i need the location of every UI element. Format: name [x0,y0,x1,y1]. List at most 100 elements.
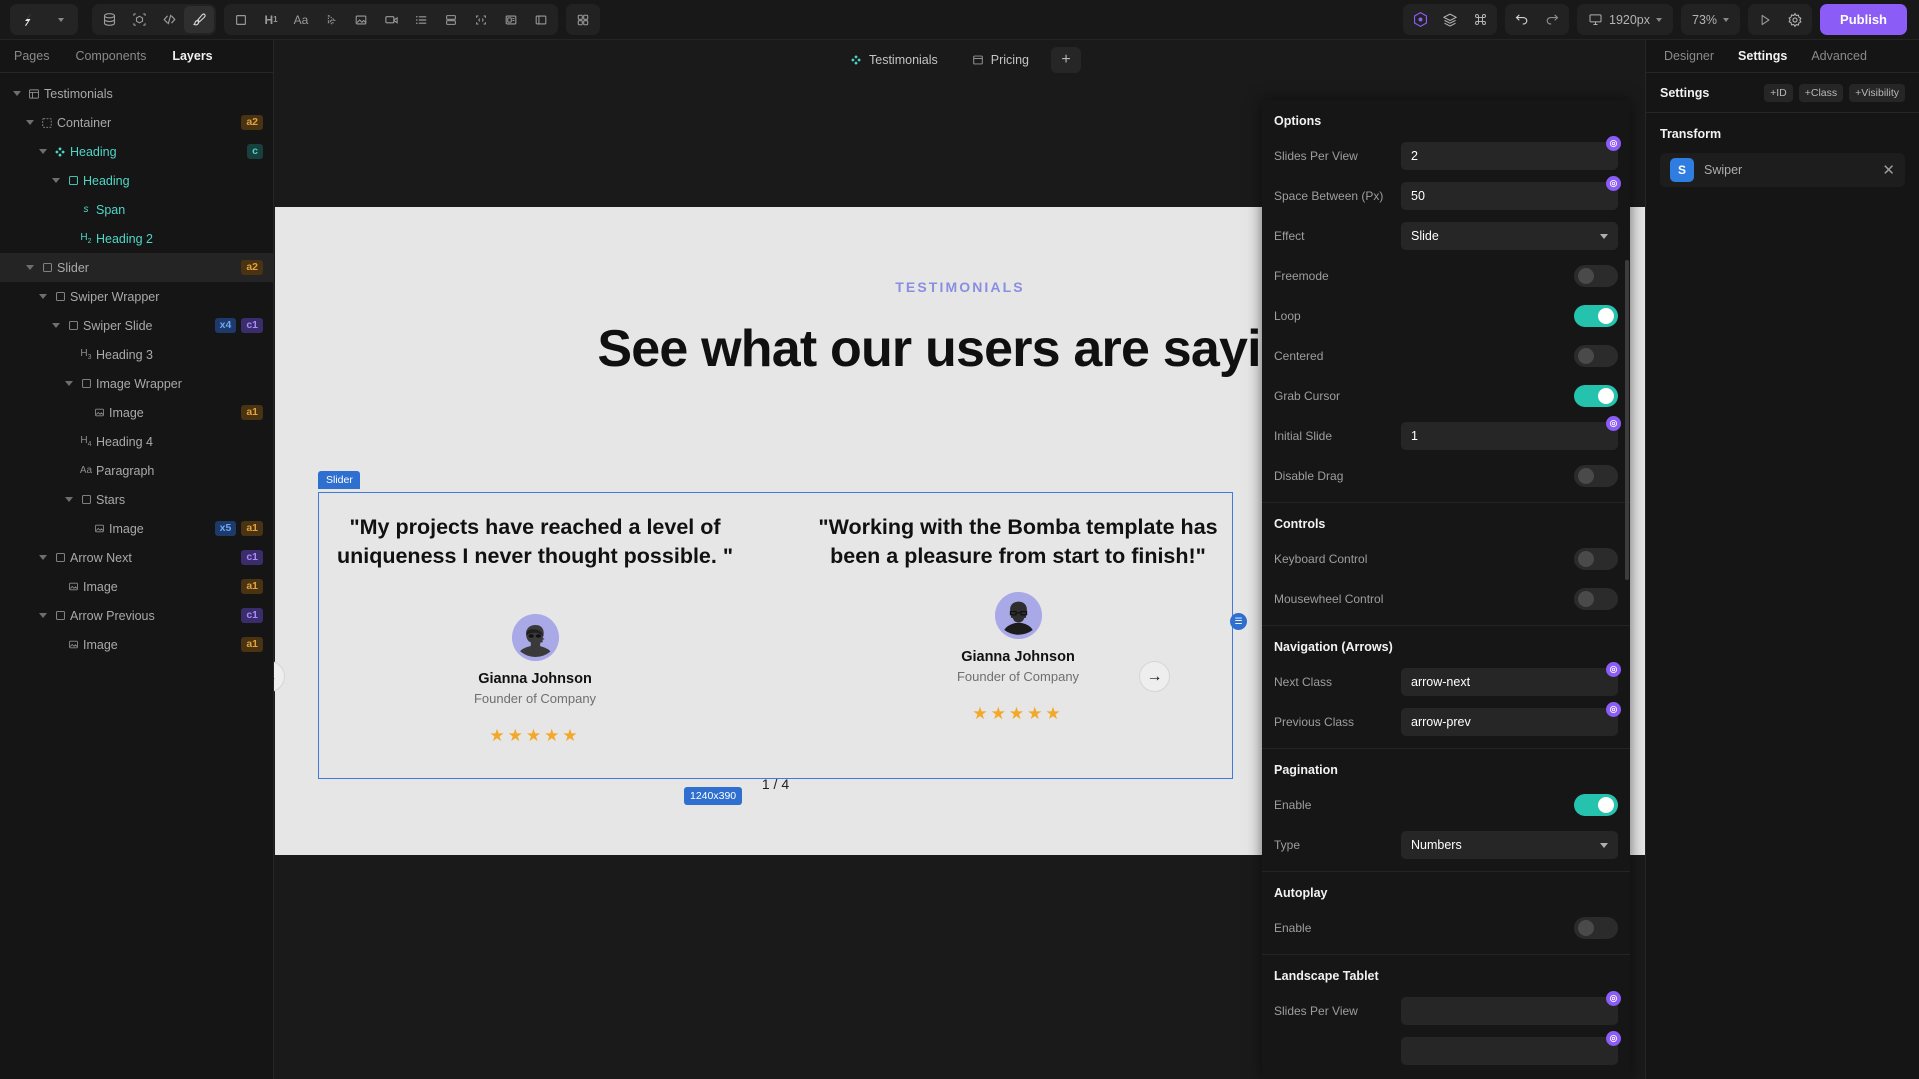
swiper-slide-1[interactable]: "My projects have reached a level of uni… [319,493,751,746]
layers-stack-icon[interactable] [1435,6,1465,33]
code-icon[interactable] [154,6,184,33]
input-slides-per-view[interactable] [1401,997,1618,1025]
toggle-grab-cursor[interactable] [1574,385,1618,407]
tab-pages[interactable]: Pages [14,49,49,63]
input-previous-class[interactable]: arrow-prev [1401,708,1618,736]
toggle-keyboard-control[interactable] [1574,548,1618,570]
field-settings-gear-icon[interactable] [1606,176,1621,191]
layer-badge[interactable]: a2 [241,115,263,130]
page-tab-testimonials[interactable]: Testimonials [838,48,950,72]
disclosure-triangle-icon[interactable] [36,294,50,299]
layer-row-paragraph[interactable]: AaParagraph [0,456,273,485]
layer-badge[interactable]: a2 [241,260,263,275]
zoom-selector[interactable]: 73% [1681,4,1740,35]
layer-row-testimonials[interactable]: Testimonials [0,79,273,108]
toggle-centered[interactable] [1574,345,1618,367]
field-settings-gear-icon[interactable] [1606,702,1621,717]
toggle-mousewheel-control[interactable] [1574,588,1618,610]
layer-badge[interactable]: c1 [241,550,263,565]
field-settings-gear-icon[interactable] [1606,662,1621,677]
layer-badge[interactable]: c [247,144,263,159]
slider-handle-icon[interactable]: ☰ [1230,613,1247,630]
layer-row-arrow-previous[interactable]: Arrow Previousc1 [0,601,273,630]
layer-row-slider[interactable]: Slidera2 [0,253,273,282]
input-space-between-px[interactable]: 50 [1401,182,1618,210]
disclosure-triangle-icon[interactable] [62,381,76,386]
redo-icon[interactable] [1537,6,1567,33]
transform-item-swiper[interactable]: S Swiper ✕ [1660,153,1905,187]
block-icon[interactable] [226,6,256,33]
database-icon[interactable] [94,6,124,33]
layer-badge[interactable]: a1 [241,521,263,536]
form-icon[interactable] [496,6,526,33]
disclosure-triangle-icon[interactable] [62,497,76,502]
play-preview-icon[interactable] [1750,6,1780,33]
undo-icon[interactable] [1507,6,1537,33]
layer-row-image-wrapper[interactable]: Image Wrapper [0,369,273,398]
field-settings-gear-icon[interactable] [1606,136,1621,151]
list-icon[interactable] [406,6,436,33]
layer-row-stars[interactable]: Stars [0,485,273,514]
layer-row-swiper-slide[interactable]: Swiper Slidex4c1 [0,311,273,340]
options-scrollbar[interactable] [1625,260,1629,580]
input-field[interactable] [1401,1037,1618,1065]
layer-row-heading-3[interactable]: H3Heading 3 [0,340,273,369]
layer-row-heading-4[interactable]: H4Heading 4 [0,427,273,456]
toggle-disable-drag[interactable] [1574,465,1618,487]
embed-icon[interactable] [466,6,496,33]
disclosure-triangle-icon[interactable] [10,91,24,96]
toggle-enable[interactable] [1574,794,1618,816]
grid-icon[interactable] [568,6,598,33]
tab-advanced[interactable]: Advanced [1811,49,1867,63]
image-icon[interactable] [346,6,376,33]
layer-row-span[interactable]: sSpan [0,195,273,224]
input-next-class[interactable]: arrow-next [1401,668,1618,696]
disclosure-triangle-icon[interactable] [49,323,63,328]
viewport-width-selector[interactable]: 1920px [1577,4,1673,35]
disclosure-triangle-icon[interactable] [49,178,63,183]
arrow-previous-button[interactable]: ← [274,661,285,692]
layer-row-heading[interactable]: Heading [0,166,273,195]
layer-row-image[interactable]: Imagea1 [0,398,273,427]
layer-row-image[interactable]: Imagea1 [0,572,273,601]
stack-icon[interactable] [436,6,466,33]
select-effect[interactable]: Slide [1401,222,1618,250]
asset-icon[interactable] [526,6,556,33]
shortcuts-icon[interactable] [1465,6,1495,33]
add-visibility-button[interactable]: +Visibility [1849,84,1905,102]
publish-button[interactable]: Publish [1820,4,1907,35]
swiper-slide-2[interactable]: "Working with the Bomba template has bee… [802,493,1234,724]
tab-settings[interactable]: Settings [1738,49,1787,63]
add-page-tab-button[interactable]: + [1051,47,1081,73]
input-initial-slide[interactable]: 1 [1401,422,1618,450]
layer-badge[interactable]: x4 [215,318,237,333]
heading-icon[interactable]: H1 [256,6,286,33]
layer-row-image[interactable]: Imagea1 [0,630,273,659]
layer-row-swiper-wrapper[interactable]: Swiper Wrapper [0,282,273,311]
text-icon[interactable]: Aa [286,6,316,33]
logo-menu[interactable] [10,4,78,35]
layer-row-container[interactable]: Containera2 [0,108,273,137]
toggle-enable[interactable] [1574,917,1618,939]
layer-badge[interactable]: a1 [241,579,263,594]
slider-selection-outline[interactable]: Slider "My projects have reached a level… [318,492,1233,779]
disclosure-triangle-icon[interactable] [23,265,37,270]
add-id-button[interactable]: +ID [1764,84,1793,102]
layer-row-image[interactable]: Imagex5a1 [0,514,273,543]
page-tab-pricing[interactable]: Pricing [960,48,1041,72]
layer-row-heading-2[interactable]: H2Heading 2 [0,224,273,253]
layer-badge[interactable]: a1 [241,405,263,420]
disclosure-triangle-icon[interactable] [36,555,50,560]
field-settings-gear-icon[interactable] [1606,416,1621,431]
layer-badge[interactable]: c1 [241,608,263,623]
logo-dropdown-icon[interactable] [46,6,76,33]
button-icon[interactable] [316,6,346,33]
toggle-freemode[interactable] [1574,265,1618,287]
tab-components[interactable]: Components [75,49,146,63]
hexagon-icon[interactable] [1405,6,1435,33]
input-slides-per-view[interactable]: 2 [1401,142,1618,170]
select-type[interactable]: Numbers [1401,831,1618,859]
layer-row-arrow-next[interactable]: Arrow Nextc1 [0,543,273,572]
app-logo-icon[interactable] [12,6,46,33]
settings-gear-icon[interactable] [1780,6,1810,33]
